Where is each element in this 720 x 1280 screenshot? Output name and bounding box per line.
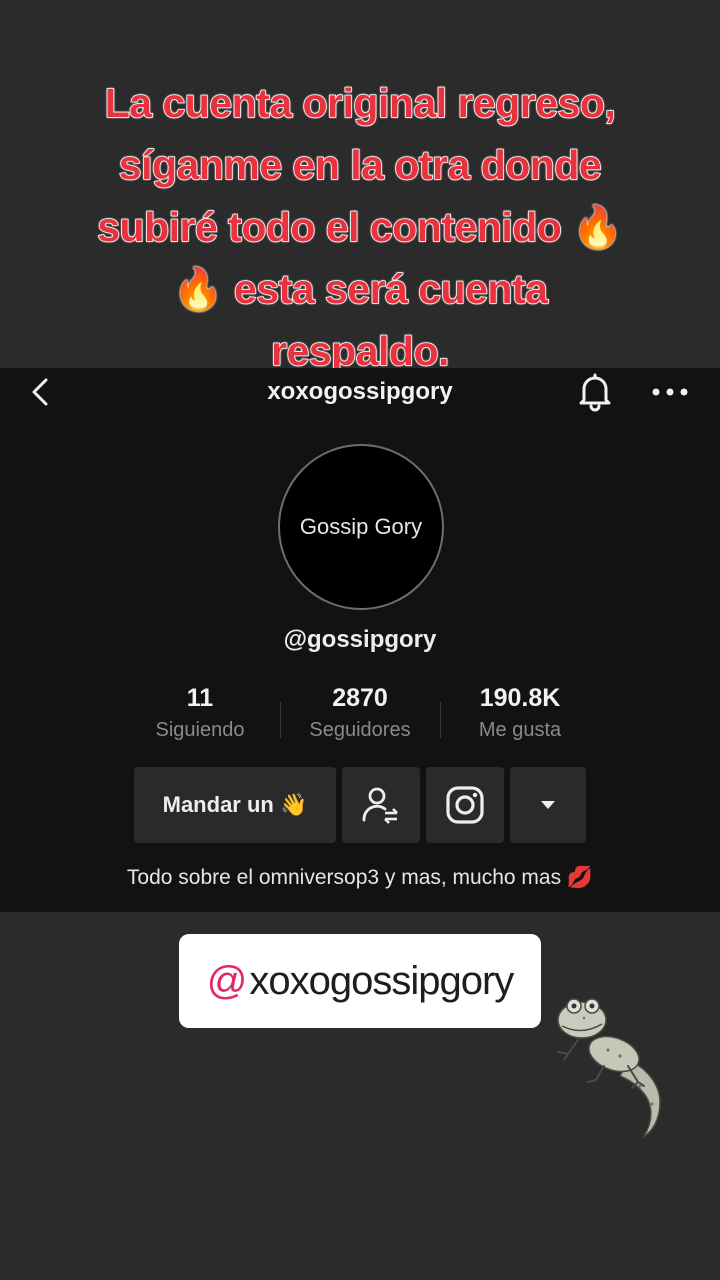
avatar-text: Gossip Gory bbox=[299, 514, 423, 539]
avatar[interactable]: Gossip Gory bbox=[278, 444, 444, 610]
following-label: Siguiendo bbox=[155, 719, 245, 741]
stat-likes[interactable]: 190.8K Me gusta bbox=[440, 684, 600, 742]
instagram-icon bbox=[446, 786, 484, 824]
bio-text: Todo sobre el omniversop3 y mas, mucho m… bbox=[126, 866, 594, 889]
mention-sticker[interactable]: @ xoxogossipgory bbox=[179, 934, 541, 1028]
followers-label: Seguidores bbox=[309, 719, 411, 741]
following-count: 11 bbox=[186, 684, 214, 712]
likes-label: Me gusta bbox=[478, 719, 562, 741]
more-options-button[interactable] bbox=[510, 767, 586, 843]
gecko-sticker bbox=[557, 998, 661, 1138]
top-bar: xoxogossipgory bbox=[0, 368, 720, 416]
add-friend-button[interactable] bbox=[342, 767, 420, 843]
caption-line: 🔥 esta será cuenta bbox=[172, 265, 549, 313]
caption-line: subiré todo el contenido 🔥 bbox=[96, 203, 624, 251]
profile-screenshot: xoxogossipgory Gossip Gory @gossipgory 1… bbox=[0, 368, 720, 912]
message-button[interactable]: Mandar un 👋 bbox=[134, 767, 336, 843]
message-button-label: Mandar un 👋 bbox=[162, 792, 308, 817]
likes-count: 190.8K bbox=[479, 684, 561, 712]
add-friend-icon bbox=[362, 787, 398, 824]
dropdown-icon bbox=[541, 801, 555, 809]
caption-line: La cuenta original regreso, bbox=[104, 79, 617, 127]
stat-followers[interactable]: 2870 Seguidores bbox=[280, 684, 440, 742]
overlay-caption: La cuenta original regreso, síganme en l… bbox=[40, 72, 680, 382]
username: @gossipgory bbox=[283, 626, 437, 653]
more-icon[interactable] bbox=[650, 378, 690, 406]
at-symbol: @ bbox=[206, 958, 248, 1003]
bell-icon[interactable] bbox=[576, 372, 614, 412]
instagram-button[interactable] bbox=[426, 767, 504, 843]
followers-count: 2870 bbox=[332, 684, 388, 712]
stat-following[interactable]: 11 Siguiendo bbox=[120, 684, 280, 742]
mention-handle: xoxogossipgory bbox=[249, 958, 514, 1003]
caption-line: síganme en la otra donde bbox=[118, 141, 602, 189]
